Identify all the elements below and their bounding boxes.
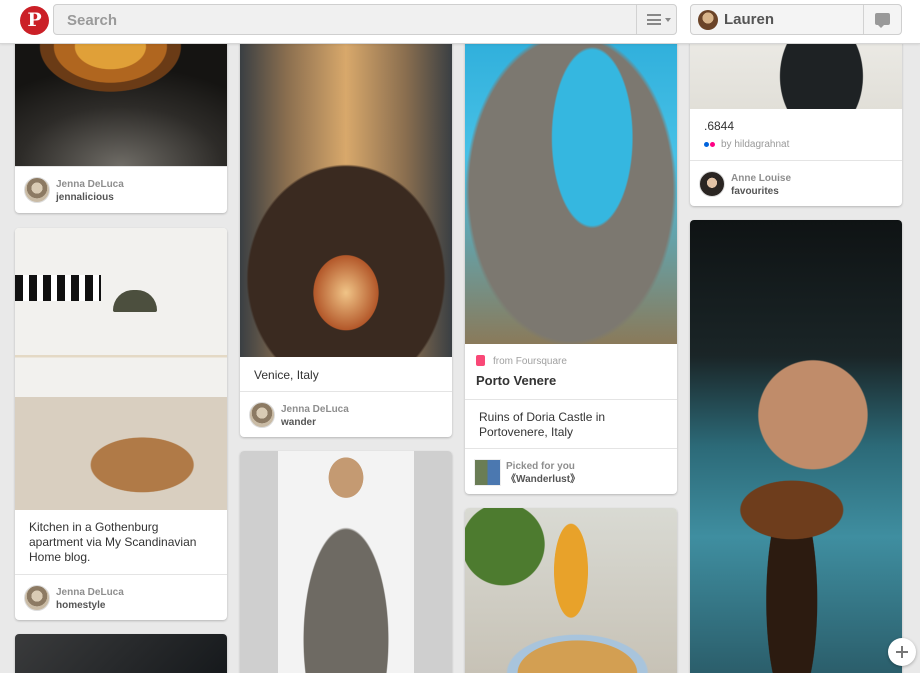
pin-card[interactable] xyxy=(15,634,227,673)
board-name: wander xyxy=(281,417,317,428)
header-bar: P Search Lauren xyxy=(0,0,920,44)
pin-card[interactable] xyxy=(690,220,902,673)
pin-credit[interactable]: by hildagrahnat xyxy=(704,137,888,152)
user-avatar xyxy=(698,10,718,30)
pinner-name: Jenna DeLuca xyxy=(56,587,124,598)
board-name: jennalicious xyxy=(56,192,114,203)
pin-attribution[interactable]: Picked for you 《Wanderlust》 xyxy=(465,448,677,494)
pin-card[interactable] xyxy=(465,508,677,673)
place-title[interactable]: Porto Venere xyxy=(465,371,677,399)
pin-attribution[interactable]: Jenna DeLuca homestyle xyxy=(15,574,227,620)
pin-image[interactable] xyxy=(465,508,677,673)
search-input[interactable]: Search xyxy=(53,4,677,35)
board-name: favourites xyxy=(731,186,779,197)
pinner-name: Jenna DeLuca xyxy=(56,179,124,190)
caret-down-icon xyxy=(665,18,671,22)
pin-description: .6844 by hildagrahnat xyxy=(690,109,902,160)
pin-attribution[interactable]: Jenna DeLuca jennalicious xyxy=(15,166,227,212)
pinner-name: Anne Louise xyxy=(731,173,792,184)
source-label: from Foursquare xyxy=(493,356,567,367)
board-name: homestyle xyxy=(56,600,106,611)
credit-text: by hildagrahnat xyxy=(721,139,790,150)
pin-title-text: .6844 xyxy=(704,119,735,133)
pin-description: Kitchen in a Gothenburg apartment via My… xyxy=(29,520,197,564)
pin-image[interactable] xyxy=(465,0,677,344)
pendant-lamp-graphic xyxy=(113,290,157,312)
notifications-icon xyxy=(875,13,890,28)
picked-label: Picked for you xyxy=(506,461,575,472)
search-placeholder: Search xyxy=(67,12,118,29)
pin-card[interactable]: Kitchen in a Gothenburg apartment via My… xyxy=(15,228,227,620)
pin-image[interactable] xyxy=(15,228,227,510)
pin-attribution[interactable]: Anne Louise favourites xyxy=(690,160,902,206)
pin-card[interactable]: Venice, Italy Jenna DeLuca wander xyxy=(240,0,452,437)
foursquare-icon xyxy=(476,355,485,366)
pin-image[interactable] xyxy=(240,0,452,357)
flickr-icon xyxy=(710,142,715,147)
pin-attribution[interactable]: Jenna DeLuca wander xyxy=(240,391,452,437)
pinterest-logo-icon[interactable]: P xyxy=(20,6,49,35)
menu-icon xyxy=(647,14,661,25)
pin-image[interactable] xyxy=(240,451,452,673)
pin-description: Ruins of Doria Castle in Portovenere, It… xyxy=(465,399,677,448)
board-thumbnail xyxy=(474,459,501,486)
pin-card[interactable] xyxy=(240,451,452,673)
user-name: Lauren xyxy=(724,11,775,28)
flickr-icon xyxy=(704,142,709,147)
window-blind-graphic xyxy=(15,275,101,301)
pinner-name: Jenna DeLuca xyxy=(281,404,349,415)
avatar xyxy=(699,171,725,197)
board-name: 《Wanderlust》 xyxy=(506,474,581,485)
pin-image[interactable] xyxy=(15,634,227,673)
notifications-button[interactable] xyxy=(863,5,901,34)
pin-source[interactable]: from Foursquare xyxy=(465,344,677,371)
category-menu-button[interactable] xyxy=(636,5,676,34)
user-profile-button[interactable]: Lauren xyxy=(690,4,902,35)
avatar xyxy=(24,585,50,611)
avatar xyxy=(249,402,275,428)
add-icon[interactable] xyxy=(888,638,916,666)
pin-image[interactable] xyxy=(690,220,902,673)
pin-description: Venice, Italy xyxy=(254,368,319,382)
avatar xyxy=(24,177,50,203)
pin-card[interactable]: from Foursquare Porto Venere Ruins of Do… xyxy=(465,0,677,494)
